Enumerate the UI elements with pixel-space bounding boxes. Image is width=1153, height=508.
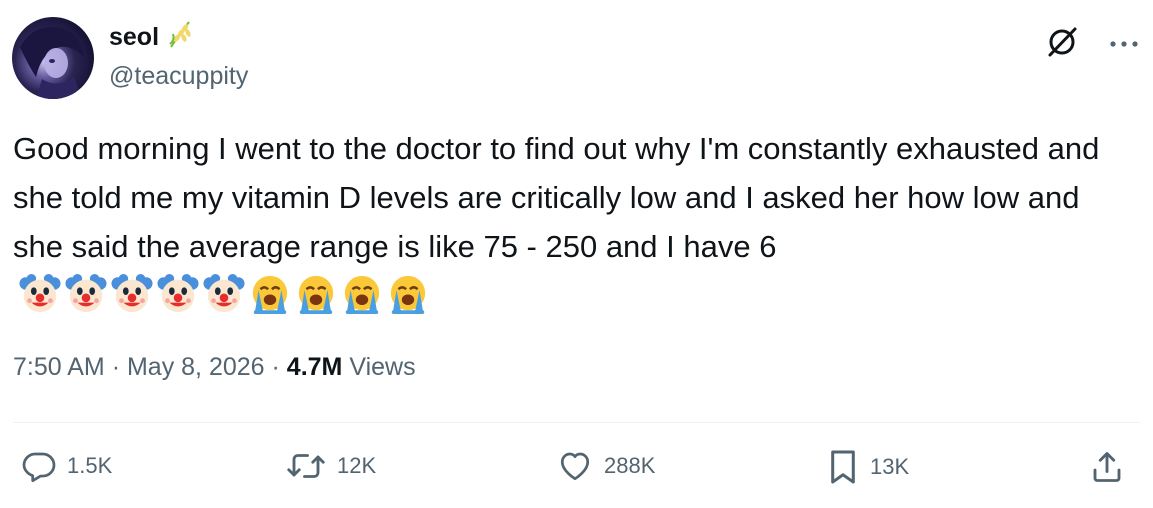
repost-count: 12K <box>337 453 377 478</box>
clown-face-emoji-icon <box>111 273 153 315</box>
views-label: Views <box>349 353 416 381</box>
reply-icon <box>22 452 56 483</box>
tweet-meta: 7:50 AM · May 8, 2026 · 4.7M Views <box>13 350 416 384</box>
repost-icon <box>287 454 325 478</box>
share-button[interactable] <box>1089 448 1125 486</box>
tweet-emojis <box>19 273 429 315</box>
tweet-time[interactable]: 7:50 AM <box>13 353 105 381</box>
loudly-crying-face-emoji-icon <box>295 273 337 315</box>
clown-face-emoji-icon <box>19 273 61 315</box>
bookmark-button[interactable]: 13K <box>826 448 909 486</box>
user-name-row: seol <box>109 20 193 53</box>
tweet-body: Good morning I went to the doctor to fin… <box>13 131 1100 264</box>
like-button[interactable]: 288K <box>556 448 655 484</box>
tweet-actions-bar: 1.5K 12K 288K 13K <box>0 448 1153 492</box>
avatar-image <box>20 26 84 99</box>
avatar[interactable] <box>12 17 94 99</box>
tweet-top-actions <box>1045 24 1139 63</box>
clown-face-emoji-icon <box>203 273 245 315</box>
reply-button[interactable]: 1.5K <box>21 448 112 484</box>
user-handle[interactable]: @teacuppity <box>109 60 248 92</box>
clown-face-emoji-icon <box>65 273 107 315</box>
views-count[interactable]: 4.7M <box>287 353 343 381</box>
tweet-text: Good morning I went to the doctor to fin… <box>13 124 1138 320</box>
bookmark-count: 13K <box>870 454 910 479</box>
repost-button[interactable]: 12K <box>285 448 376 484</box>
grok-icon[interactable] <box>1045 24 1079 63</box>
rice-ear-emoji-icon <box>167 20 193 53</box>
reply-count: 1.5K <box>67 453 113 478</box>
divider <box>13 422 1140 423</box>
display-name[interactable]: seol <box>109 21 159 53</box>
heart-icon <box>560 452 590 481</box>
meta-separator: · <box>271 353 280 381</box>
loudly-crying-face-emoji-icon <box>249 273 291 315</box>
loudly-crying-face-emoji-icon <box>387 273 429 315</box>
like-count: 288K <box>604 453 656 478</box>
loudly-crying-face-emoji-icon <box>341 273 383 315</box>
more-icon[interactable] <box>1109 35 1139 53</box>
share-icon <box>1093 452 1121 482</box>
clown-face-emoji-icon <box>157 273 199 315</box>
meta-separator: · <box>111 353 121 381</box>
tweet-date[interactable]: May 8, 2026 <box>127 353 265 381</box>
bookmark-icon <box>831 450 855 484</box>
